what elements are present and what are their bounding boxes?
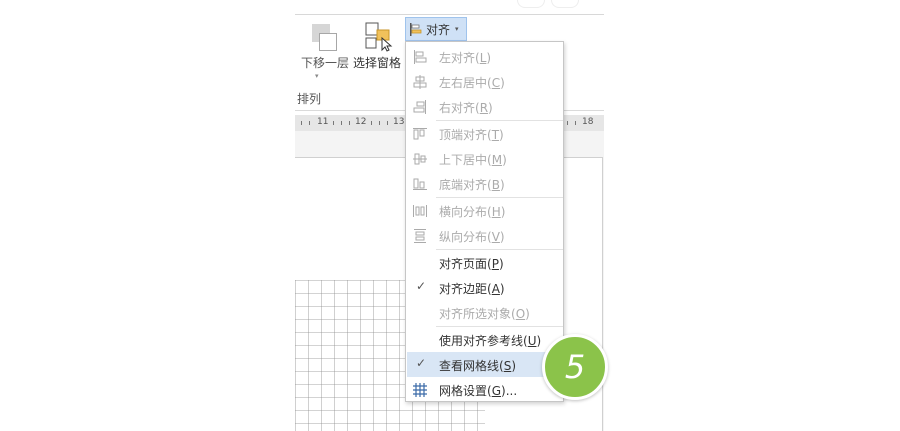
menu-item-label: 左对齐 [439, 51, 476, 65]
chevron-down-icon[interactable]: ▾ [315, 72, 319, 80]
menu-item-label: 使用对齐参考线 [439, 334, 524, 348]
ruler-tick-label: 11 [317, 117, 329, 127]
menu-item-align-bottom[interactable]: 底端对齐(B) [407, 171, 563, 196]
menu-item-label: 底端对齐 [439, 178, 488, 192]
ruler-tick-label: 12 [355, 117, 367, 127]
menu-item-accesskey: O [515, 307, 526, 321]
ribbon-top-ghost-icon [517, 0, 545, 8]
checkmark-icon: ✓ [416, 356, 427, 370]
menu-item-label: 对齐所选对象 [439, 307, 512, 321]
align-icon [410, 22, 422, 36]
ribbon-top-divider [295, 14, 604, 15]
menu-item-distribute-horizontal[interactable]: 横向分布(H) [407, 198, 563, 223]
menu-item-align-left[interactable]: 左对齐(L) [407, 44, 563, 69]
send-backward-label: 下移一层 [301, 56, 350, 70]
align-dropdown-menu: 左对齐(L) 左右居中(C) 右对齐(R) 顶端对齐(T) 上下居中(M) 底端… [405, 41, 564, 402]
menu-item-accesskey: G [491, 384, 502, 398]
arrange-group-label: 排列 [297, 92, 322, 106]
menu-item-accesskey: L [479, 51, 487, 65]
chevron-down-icon: ▾ [455, 25, 459, 33]
menu-item-label: 左右居中 [439, 76, 488, 90]
menu-item-label: 网格设置 [439, 384, 488, 398]
checkmark-icon: ✓ [416, 279, 427, 293]
align-bottom-icon [413, 178, 427, 190]
menu-item-accesskey: B [491, 178, 500, 192]
menu-item-accesskey: V [491, 230, 500, 244]
menu-item-use-alignment-guides[interactable]: 使用对齐参考线(U) [407, 327, 563, 352]
send-backward-button[interactable]: 下移一层 ▾ [295, 20, 351, 80]
menu-item-label: 顶端对齐 [439, 128, 488, 142]
align-right-icon [413, 100, 426, 114]
menu-item-accesskey: P [491, 257, 499, 271]
menu-item-label: 上下居中 [439, 153, 488, 167]
menu-item-label: 对齐边距 [439, 282, 488, 296]
selection-pane-label: 选择窗格 [353, 56, 402, 70]
menu-item-align-center[interactable]: 左右居中(C) [407, 69, 563, 94]
align-center-icon [413, 75, 427, 89]
menu-item-accesskey: U [527, 334, 537, 348]
menu-item-label: 横向分布 [439, 205, 488, 219]
menu-item-accesskey: H [491, 205, 501, 219]
menu-item-accesskey: C [491, 76, 501, 90]
menu-item-grid-settings[interactable]: 网格设置(G)... [407, 377, 563, 402]
step-number-badge: 5 [542, 334, 608, 400]
menu-item-align-right[interactable]: 右对齐(R) [407, 94, 563, 119]
menu-item-align-selected-objects[interactable]: 对齐所选对象(O) [407, 300, 563, 325]
menu-item-align-middle[interactable]: 上下居中(M) [407, 146, 563, 171]
menu-item-accesskey: T [491, 128, 500, 142]
menu-item-accesskey: R [479, 101, 489, 115]
align-middle-icon [413, 153, 427, 165]
menu-item-accesskey: A [491, 282, 500, 296]
ribbon-top-ghost-icon [551, 0, 579, 8]
ruler-tick-label: 18 [582, 117, 594, 127]
selection-pane-icon [365, 22, 393, 52]
grid-settings-icon [413, 383, 427, 397]
distribute-horizontal-icon [413, 205, 427, 217]
menu-item-label: 对齐页面 [439, 257, 488, 271]
menu-item-accesskey: S [503, 359, 512, 373]
menu-item-label: 纵向分布 [439, 230, 488, 244]
align-button[interactable]: 对齐 ▾ [405, 17, 467, 41]
menu-item-align-top[interactable]: 顶端对齐(T) [407, 121, 563, 146]
send-backward-icon [295, 20, 337, 51]
ruler-tick-label: 13 [393, 117, 405, 127]
menu-item-accesskey: M [491, 153, 503, 167]
menu-item-view-gridlines[interactable]: ✓ 查看网格线(S) [407, 352, 563, 377]
menu-item-align-to-page[interactable]: 对齐页面(P) [407, 250, 563, 275]
menu-item-label: 查看网格线 [439, 359, 500, 373]
align-left-icon [414, 50, 427, 64]
align-button-label: 对齐 [426, 22, 451, 37]
align-top-icon [413, 128, 427, 140]
menu-item-distribute-vertical[interactable]: 纵向分布(V) [407, 223, 563, 248]
distribute-vertical-icon [414, 229, 426, 243]
menu-item-label: 右对齐 [439, 101, 476, 115]
menu-item-ellipsis: ... [505, 384, 518, 398]
menu-item-align-to-margin[interactable]: ✓ 对齐边距(A) [407, 275, 563, 300]
